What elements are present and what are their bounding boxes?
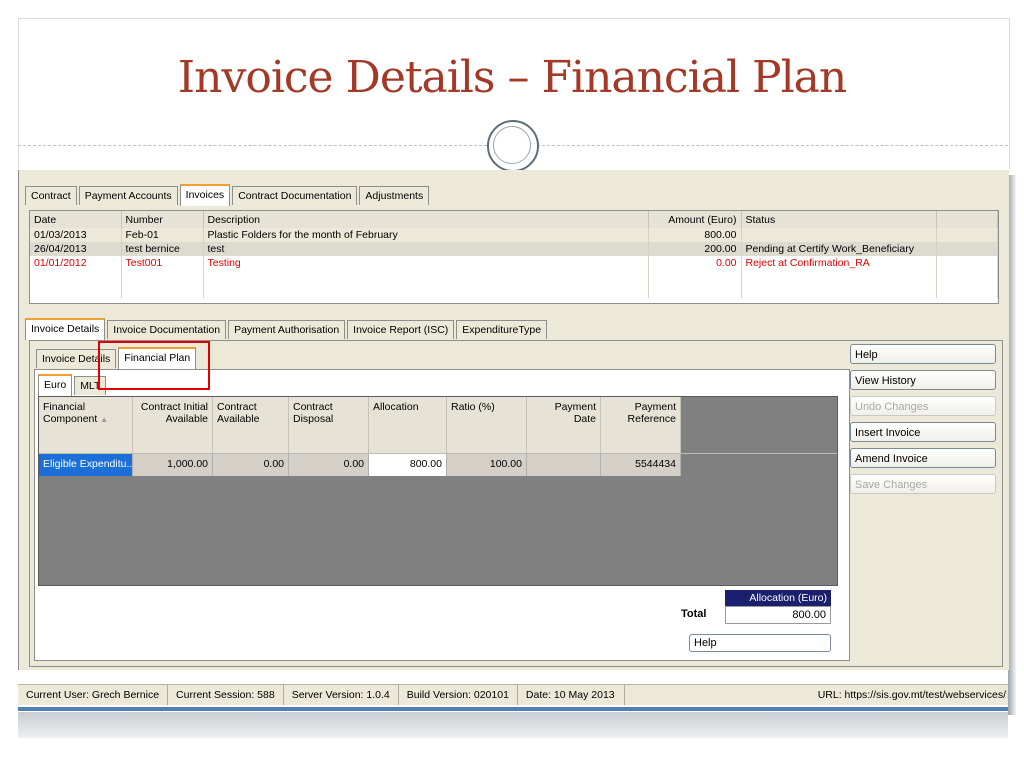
tab-invoice-documentation[interactable]: Invoice Documentation (107, 320, 227, 339)
insert-invoice-button[interactable]: Insert Invoice (850, 422, 996, 442)
highlight-box (98, 341, 210, 390)
tab-payment-accounts[interactable]: Payment Accounts (78, 186, 178, 205)
table-row[interactable]: 01/03/2013 Feb-01 Plastic Folders for th… (30, 228, 998, 242)
financial-plan-header: Financial Component ▲ Contract Initial A… (39, 397, 837, 454)
undo-changes-button[interactable]: Undo Changes (850, 396, 996, 416)
invoice-table: Date Number Description Amount (Euro) St… (30, 211, 998, 298)
cell-number: test bernice (121, 242, 204, 256)
tab-expenditure-type[interactable]: ExpenditureType (456, 320, 548, 339)
status-spacer (625, 685, 810, 705)
col-allocation[interactable]: Allocation (369, 397, 447, 453)
tab-contract[interactable]: Contract (25, 186, 77, 205)
table-row[interactable]: 26/04/2013 test bernice test 200.00 Pend… (30, 242, 998, 256)
tab-payment-authorisation[interactable]: Payment Authorisation (228, 320, 346, 339)
title-circle-ornament (487, 120, 539, 172)
cell-ratio: 100.00 (447, 454, 527, 476)
invoice-table-header: Date Number Description Amount (Euro) St… (30, 211, 998, 228)
slide-footer-shadow (18, 712, 1008, 738)
cell-number: Test001 (121, 256, 204, 270)
table-row[interactable]: Eligible Expenditu... 1,000.00 0.00 0.00… (39, 454, 837, 476)
cell-payment-reference[interactable]: 5544434 (601, 454, 681, 476)
col-status[interactable]: Status (741, 211, 937, 228)
application-window: Contract Payment Accounts Invoices Contr… (18, 170, 1009, 670)
col-ratio[interactable]: Ratio (%) (447, 397, 527, 453)
table-row-empty (30, 284, 998, 298)
cell-available: 0.00 (213, 454, 289, 476)
cell-status: Reject at Confirmation_RA (741, 256, 937, 270)
status-url: URL: https://sis.gov.mt/test/webservices… (817, 689, 1006, 701)
window-shadow (1008, 175, 1016, 715)
col-contract-disposal[interactable]: Contract Disposal (289, 397, 369, 453)
col-payment-reference[interactable]: Payment Reference (601, 397, 681, 453)
financial-plan-panel: Euro MLT Financial Component ▲ Contract … (34, 369, 850, 661)
status-date: Date: 10 May 2013 (518, 685, 625, 705)
col-number[interactable]: Number (121, 211, 204, 228)
cell-initial: 1,000.00 (133, 454, 213, 476)
col-amount[interactable]: Amount (Euro) (648, 211, 742, 228)
view-history-button[interactable]: View History (850, 370, 996, 390)
detail-tabs: Invoice Details Invoice Documentation Pa… (25, 318, 548, 342)
cell-date: 01/01/2012 (30, 256, 122, 270)
cell-spare (936, 228, 998, 242)
cell-description: Testing (203, 256, 649, 270)
totals-header: Allocation (Euro) (725, 590, 831, 606)
tab-invoices[interactable]: Invoices (179, 184, 231, 206)
amend-invoice-button[interactable]: Amend Invoice (850, 448, 996, 468)
cell-amount: 0.00 (648, 256, 742, 270)
table-row-empty (30, 270, 998, 284)
sort-up-icon: ▲ (100, 415, 109, 424)
cell-date: 01/03/2013 (30, 228, 122, 242)
status-session: Current Session: 588 (168, 685, 284, 705)
tab-contract-documentation[interactable]: Contract Documentation (232, 186, 358, 205)
status-user: Current User: Grech Bernice (18, 685, 169, 705)
title-rule-right (537, 145, 1008, 146)
tab-invoice-details[interactable]: Invoice Details (25, 318, 106, 340)
col-description[interactable]: Description (203, 211, 649, 228)
col-spare (936, 211, 998, 228)
col-contract-available[interactable]: Contract Available (213, 397, 289, 453)
totals-label: Total (681, 608, 707, 620)
status-accent-line (18, 707, 1008, 711)
invoice-list-panel: Date Number Description Amount (Euro) St… (29, 210, 999, 304)
tab-euro[interactable]: Euro (38, 374, 73, 396)
col-label: Financial Component (43, 401, 98, 425)
cell-amount: 800.00 (648, 228, 742, 242)
financial-plan-grid: Financial Component ▲ Contract Initial A… (38, 396, 838, 586)
cell-status (741, 228, 937, 242)
cell-date: 26/04/2013 (30, 242, 122, 256)
cell-description: Plastic Folders for the month of Februar… (203, 228, 649, 242)
status-build-version: Build Version: 020101 (399, 685, 518, 705)
cell-component[interactable]: Eligible Expenditu... (39, 454, 133, 476)
title-rule-left (18, 145, 487, 146)
col-date[interactable]: Date (30, 211, 122, 228)
cell-description: test (203, 242, 649, 256)
cell-payment-date[interactable] (527, 454, 601, 476)
cell-number: Feb-01 (121, 228, 204, 242)
allocation-input[interactable]: 800.00 (369, 454, 447, 476)
cell-spare (936, 256, 998, 270)
cell-amount: 200.00 (648, 242, 742, 256)
table-row[interactable]: 01/01/2012 Test001 Testing 0.00 Reject a… (30, 256, 998, 270)
save-changes-button[interactable]: Save Changes (850, 474, 996, 494)
col-contract-initial[interactable]: Contract Initial Available (133, 397, 213, 453)
help-button[interactable]: Help (850, 344, 996, 364)
header-filler (681, 397, 837, 453)
cell-spare (936, 242, 998, 256)
cell-status: Pending at Certify Work_Beneficiary (741, 242, 937, 256)
slide-title: Invoice Details – Financial Plan (177, 52, 848, 103)
totals-help-button[interactable]: Help (689, 634, 831, 652)
total-allocation-value: 800.00 (725, 606, 831, 624)
col-payment-date[interactable]: Payment Date (527, 397, 601, 453)
col-financial-component[interactable]: Financial Component ▲ (39, 397, 133, 453)
cell-disposal: 0.00 (289, 454, 369, 476)
tab-adjustments[interactable]: Adjustments (359, 186, 430, 205)
currency-tabs: Euro MLT (38, 374, 107, 398)
status-server-version: Server Version: 1.0.4 (284, 685, 399, 705)
status-bar: Current User: Grech Bernice Current Sess… (18, 684, 1008, 705)
tab-invoice-report[interactable]: Invoice Report (ISC) (347, 320, 455, 339)
main-tabs: Contract Payment Accounts Invoices Contr… (25, 184, 430, 208)
